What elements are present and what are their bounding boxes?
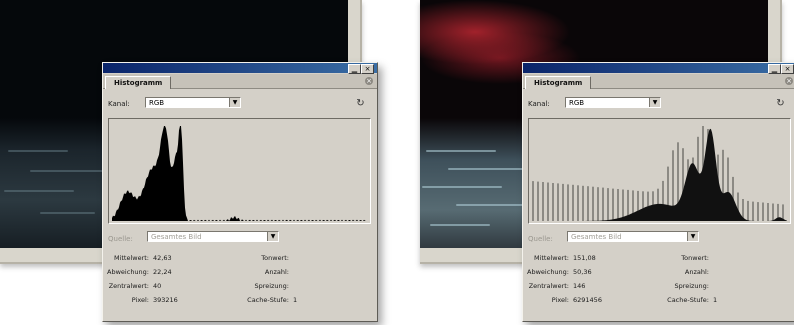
histogram-comb-bar — [752, 201, 754, 221]
anzahl-label: Anzahl: — [264, 268, 289, 276]
close-icon[interactable]: × — [365, 77, 373, 85]
quelle-value: Gesamtes Bild — [151, 233, 202, 241]
histogram-comb-bar — [597, 187, 599, 221]
panel-titlebar[interactable]: ▁ × — [523, 63, 794, 74]
kanal-label: Kanal: — [528, 100, 550, 108]
close-icon[interactable]: × — [785, 77, 793, 85]
histogram-display — [108, 118, 371, 224]
minimize-button[interactable]: ▁ — [348, 64, 361, 74]
abweichung-label: Abweichung: — [107, 268, 149, 276]
pixel-label: Pixel: — [131, 296, 149, 304]
histogram-comb-bar — [757, 202, 759, 221]
histogram-comb-bar — [577, 185, 579, 221]
histogram-comb-bar — [607, 188, 609, 221]
histogram-graph — [112, 126, 367, 221]
mittelwert-value: 151,08 — [573, 254, 596, 262]
water-reflection — [4, 190, 74, 192]
histogram-comb-bar — [582, 185, 584, 221]
mittelwert-label: Mittelwert: — [113, 254, 149, 262]
water-reflection — [30, 170, 110, 172]
histogram-comb-bar — [532, 181, 534, 221]
tonwert-label: Tonwert: — [261, 254, 289, 262]
chevron-down-icon[interactable]: ▼ — [267, 232, 278, 241]
abweichung-value: 22,24 — [153, 268, 172, 276]
spreizung-label: Spreizung: — [674, 282, 709, 290]
minimize-button[interactable]: ▁ — [768, 64, 781, 74]
histogram-comb-bar — [602, 187, 604, 221]
zentralwert-label: Zentralwert: — [108, 282, 149, 290]
screenshot-right: ▁ × Histogramm × Kanal: RGB ▼ ↻ Quelle: … — [420, 0, 794, 325]
tab-histogram[interactable]: Histogramm — [105, 76, 172, 89]
histogram-comb-bar — [622, 189, 624, 221]
histogram-comb-bar — [762, 202, 764, 221]
histogram-graph — [532, 126, 787, 221]
mittelwert-label: Mittelwert: — [533, 254, 569, 262]
histogram-comb-bar — [747, 200, 749, 221]
histogram-comb-bar — [617, 189, 619, 221]
water-reflection — [40, 212, 95, 214]
quelle-label: Quelle: — [528, 235, 553, 243]
histogram-comb-bar — [767, 203, 769, 221]
quelle-value: Gesamtes Bild — [571, 233, 622, 241]
pixel-value: 393216 — [153, 296, 178, 304]
tab-strip: Histogramm × — [103, 74, 377, 89]
close-button[interactable]: × — [361, 64, 374, 74]
cache-value: 1 — [713, 296, 718, 304]
histogram-comb-bar — [542, 182, 544, 221]
quelle-select[interactable]: Gesamtes Bild ▼ — [567, 231, 699, 242]
histogram-panel: ▁ × Histogramm × Kanal: RGB ▼ ↻ Quelle: … — [522, 62, 794, 322]
histogram-shape — [112, 126, 367, 221]
histogram-comb-bar — [562, 183, 564, 221]
quelle-label: Quelle: — [108, 235, 133, 243]
kanal-value: RGB — [569, 99, 585, 107]
zentralwert-label: Zentralwert: — [528, 282, 569, 290]
chevron-down-icon[interactable]: ▼ — [229, 98, 240, 107]
histogram-comb-bar — [547, 182, 549, 221]
histogram-comb-bar — [572, 184, 574, 221]
histogram-comb-bar — [537, 181, 539, 221]
abweichung-value: 50,36 — [573, 268, 592, 276]
cache-value: 1 — [293, 296, 298, 304]
spreizung-label: Spreizung: — [254, 282, 289, 290]
histogram-comb-bar — [567, 184, 569, 221]
histogram-comb-bar — [557, 183, 559, 221]
refresh-icon[interactable]: ↻ — [355, 98, 366, 109]
screenshot-left: ▁ × Histogramm × Kanal: RGB ▼ ↻ △ Quelle… — [0, 0, 378, 325]
histogram-comb-bar — [592, 186, 594, 221]
water-reflection — [8, 150, 68, 152]
kanal-select[interactable]: RGB ▼ — [565, 97, 661, 108]
abweichung-label: Abweichung: — [527, 268, 569, 276]
histogram-comb-bar — [587, 186, 589, 221]
mittelwert-value: 42,63 — [153, 254, 172, 262]
histogram-comb-bar — [552, 183, 554, 221]
zentralwert-value: 40 — [153, 282, 162, 290]
histogram-panel: ▁ × Histogramm × Kanal: RGB ▼ ↻ △ Quelle… — [102, 62, 378, 322]
close-button[interactable]: × — [781, 64, 794, 74]
pixel-value: 6291456 — [573, 296, 602, 304]
water-reflection — [426, 150, 496, 152]
cache-label: Cache-Stufe: — [667, 296, 709, 304]
kanal-label: Kanal: — [108, 100, 130, 108]
cache-label: Cache-Stufe: — [247, 296, 289, 304]
water-reflection — [422, 186, 502, 188]
histogram-comb-bar — [612, 188, 614, 221]
panel-titlebar[interactable]: ▁ × — [103, 63, 377, 74]
chevron-down-icon[interactable]: ▼ — [687, 232, 698, 241]
kanal-select[interactable]: RGB ▼ — [145, 97, 241, 108]
tab-strip: Histogramm × — [523, 74, 794, 89]
chevron-down-icon[interactable]: ▼ — [649, 98, 660, 107]
tonwert-label: Tonwert: — [681, 254, 709, 262]
pixel-label: Pixel: — [551, 296, 569, 304]
histogram-display — [528, 118, 791, 224]
histogram-comb-bar — [772, 203, 774, 221]
kanal-value: RGB — [149, 99, 165, 107]
quelle-select[interactable]: Gesamtes Bild ▼ — [147, 231, 279, 242]
refresh-icon[interactable]: ↻ — [775, 98, 786, 109]
tab-histogram[interactable]: Histogramm — [525, 76, 592, 89]
zentralwert-value: 146 — [573, 282, 586, 290]
water-reflection — [430, 224, 490, 226]
anzahl-label: Anzahl: — [684, 268, 709, 276]
water-reflection — [456, 204, 526, 206]
